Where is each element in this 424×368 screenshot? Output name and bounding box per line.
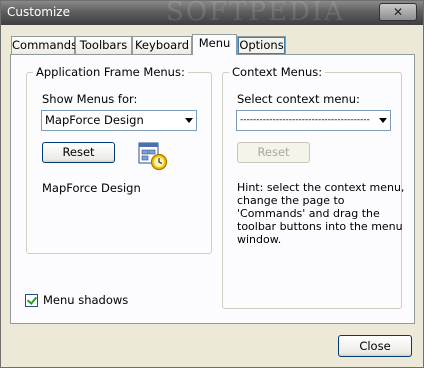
context-menu-select[interactable]: ---------------------------------------- [236,110,391,131]
close-window-button[interactable]: ✕ [379,3,417,21]
show-menus-for-select[interactable]: MapForce Design [41,110,197,131]
tab-commands[interactable]: Commands [11,36,77,54]
current-menu-label: MapForce Design [42,181,141,195]
watermark: SOFTPEDIA [166,0,345,27]
menu-animation-icon [138,141,168,171]
title-bar[interactable]: SOFTPEDIA Customize ✕ [1,0,423,27]
tab-toolbars[interactable]: Toolbars [75,36,132,54]
app-frame-reset-button[interactable]: Reset [42,142,115,163]
context-hint-text: Hint: select the context menu, change th… [237,181,405,246]
context-menus-legend: Context Menus: [232,65,323,79]
app-frame-menus-legend: Application Frame Menus: [36,65,185,79]
close-icon: ✕ [392,5,404,19]
context-menu-value: ---------------------------------------- [240,115,370,125]
menu-shadows-label[interactable]: Menu shadows [43,293,128,307]
chevron-down-icon [185,118,193,123]
customize-dialog: SOFTPEDIA Customize ✕ Commands Toolbars … [0,0,424,368]
show-menus-for-label: Show Menus for: [42,92,138,106]
tab-menu[interactable]: Menu [192,34,237,55]
show-menus-for-value: MapForce Design [45,113,144,127]
window-title: Customize [7,5,70,19]
select-context-menu-label: Select context menu: [237,92,360,106]
menu-shadows-checkbox[interactable] [25,294,38,307]
close-button[interactable]: Close [338,335,412,357]
menu-tab-panel: Application Frame Menus: Show Menus for:… [10,54,415,324]
tab-keyboard[interactable]: Keyboard [132,36,192,54]
chevron-down-icon [379,118,387,123]
tab-options[interactable]: Options [237,36,286,54]
context-reset-button[interactable]: Reset [237,142,310,163]
